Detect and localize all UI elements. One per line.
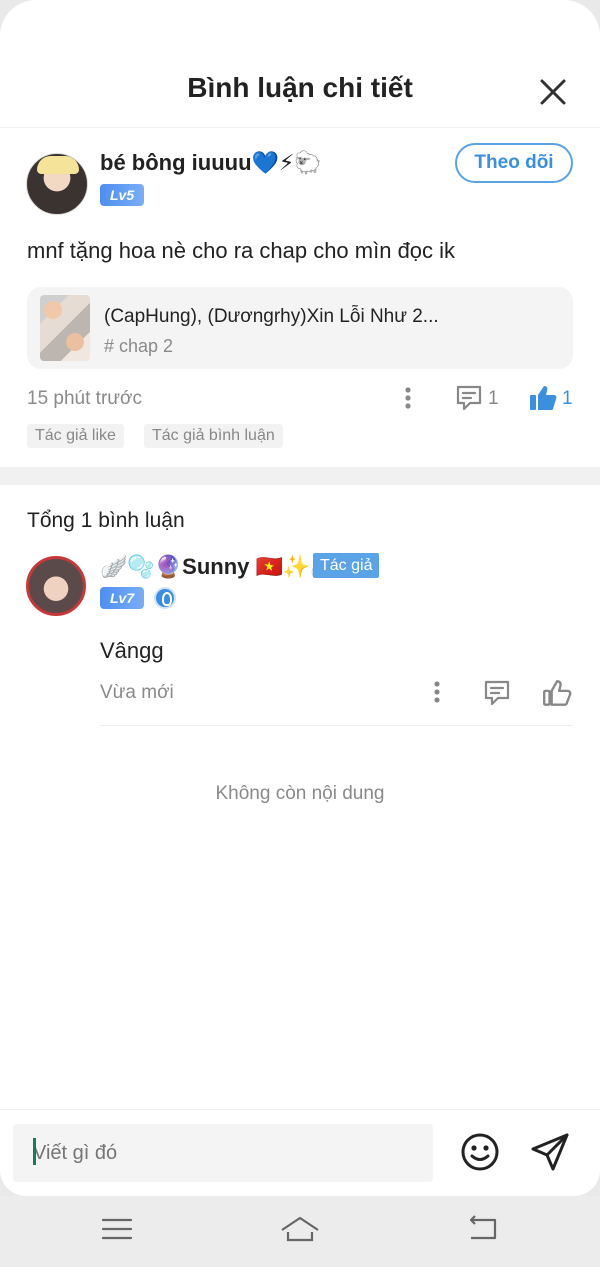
page-title: Bình luận chi tiết [187, 72, 413, 103]
reply-time: Vừa mới [100, 682, 174, 703]
system-navigation-bar [0, 1196, 600, 1267]
like-icon[interactable] [541, 677, 573, 709]
chapter-number: # chap 2 [104, 336, 174, 356]
divider [0, 1109, 600, 1110]
like-icon[interactable] [528, 383, 558, 413]
send-icon[interactable] [529, 1131, 571, 1173]
avatar[interactable] [26, 153, 88, 215]
level-badge: Lv5 [100, 184, 145, 206]
emoji-icon[interactable] [459, 1131, 501, 1173]
back-icon[interactable] [463, 1212, 503, 1246]
more-icon[interactable] [398, 385, 418, 413]
comment-icon[interactable] [482, 678, 512, 708]
like-count: 1 [562, 388, 573, 409]
author-badge: Tác giả [313, 553, 380, 578]
more-icon[interactable] [427, 679, 447, 707]
follow-button[interactable]: Theo dõi [455, 143, 573, 183]
tag-author-comment: Tác giả bình luận [144, 424, 283, 448]
total-comments: Tổng 1 bình luận [27, 509, 185, 532]
comment-count: 1 [488, 388, 499, 409]
avatar[interactable] [26, 556, 86, 616]
close-icon[interactable] [534, 73, 572, 111]
text-caret [33, 1138, 36, 1165]
no-more-content: Không còn nội dung [215, 783, 385, 804]
level-badge: Lv7 [100, 587, 145, 609]
tag-author-like: Tác giả like [27, 424, 124, 448]
chapter-thumbnail [40, 295, 90, 361]
post-text: mnf tặng hoa nè cho ra chap cho mìn đọc … [27, 238, 456, 263]
chapter-title: (CapHung), (Dươngrhy)Xin Lỗi Như 2... [104, 306, 439, 327]
divider [100, 725, 573, 726]
verified-icon [154, 587, 176, 609]
post-time: 15 phút trước [27, 388, 142, 409]
comment-icon[interactable] [454, 383, 484, 413]
post-username[interactable]: bé bông iuuuu💙⚡🐑 [100, 150, 322, 176]
section-divider [0, 467, 600, 485]
chapter-card[interactable]: (CapHung), (Dươngrhy)Xin Lỗi Như 2... # … [27, 287, 573, 369]
menu-icon[interactable] [97, 1212, 137, 1246]
reply-username[interactable]: 🪽🫧🔮Sunny 🇻🇳✨🪽 [100, 554, 338, 580]
reply-text: Vângg [100, 638, 164, 663]
header: Bình luận chi tiết [0, 0, 600, 128]
comment-detail-sheet: Bình luận chi tiết bé bông iuuuu💙⚡🐑 Lv5 … [0, 0, 600, 1196]
comment-input[interactable] [13, 1124, 433, 1182]
home-icon[interactable] [280, 1212, 320, 1246]
